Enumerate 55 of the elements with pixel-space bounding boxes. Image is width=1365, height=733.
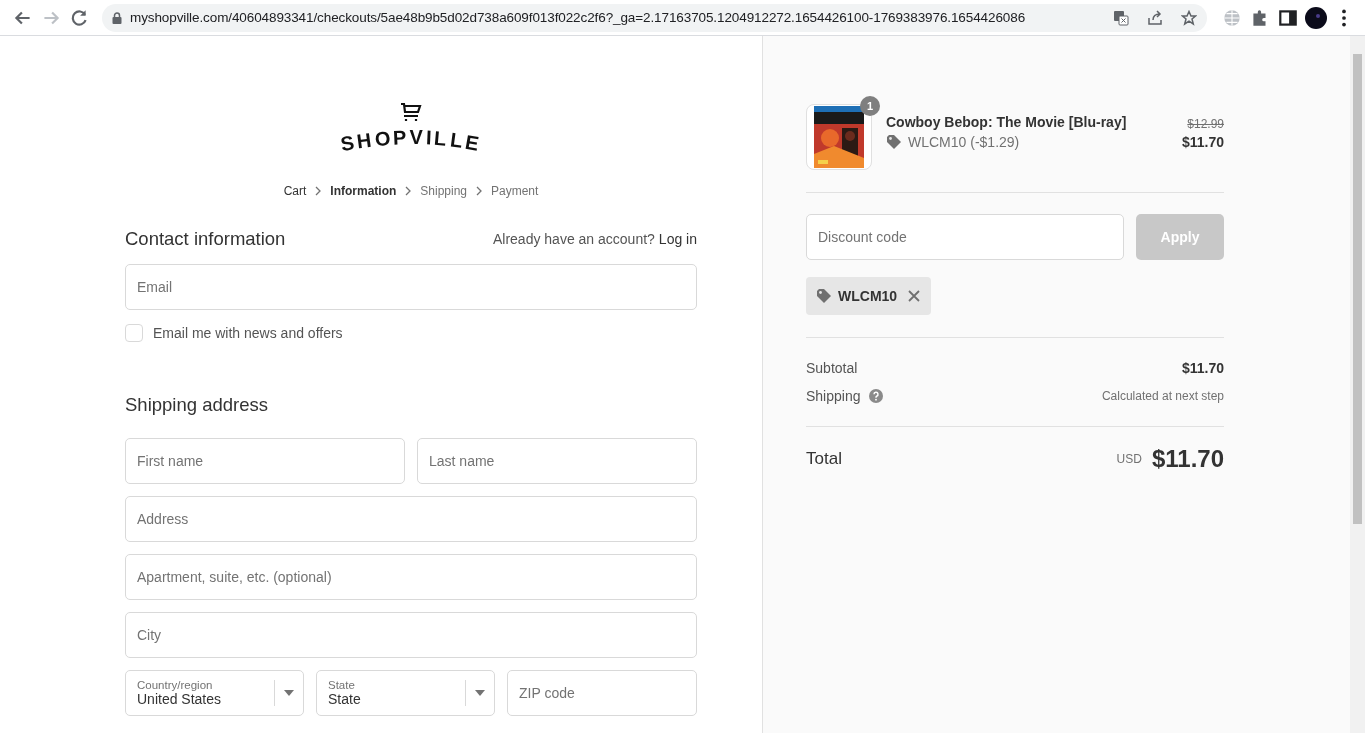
logo-text[interactable]: SHOPVILLE bbox=[340, 130, 482, 156]
translate-icon[interactable] bbox=[1113, 9, 1129, 26]
input-field[interactable]: City bbox=[125, 612, 697, 658]
discount-label: WLCM10 (-$1.29) bbox=[908, 134, 1020, 150]
subtotal-label: Subtotal bbox=[806, 360, 858, 376]
avatar-icon[interactable] bbox=[1305, 6, 1327, 29]
lock-icon bbox=[112, 11, 122, 24]
field-value: State bbox=[328, 691, 362, 707]
select-field[interactable]: Country/region United States bbox=[125, 670, 304, 716]
address-bar[interactable]: myshopville.com/40604893341/checkouts/5ae48b9b5d02d738a609f013f022c2f6?_ga=2.17163705.1204912272.1654426100-1769383976.1654426086 bbox=[102, 3, 1207, 32]
tag-icon bbox=[816, 288, 832, 304]
input-field[interactable]: Address bbox=[125, 496, 697, 542]
section-heading: Contact information bbox=[125, 228, 286, 250]
chevron-icon bbox=[314, 186, 323, 196]
field-value: United States bbox=[137, 691, 223, 707]
section-heading: Shipping address bbox=[125, 394, 269, 416]
breadcrumb-link[interactable]: Information bbox=[330, 184, 397, 198]
product-price: $11.70 bbox=[1181, 133, 1224, 150]
discount-code: WLCM10 bbox=[838, 288, 898, 304]
login-link[interactable]: Log in bbox=[658, 231, 697, 247]
breadcrumb-link[interactable]: Shipping bbox=[420, 184, 467, 198]
select-field[interactable]: State State bbox=[316, 670, 495, 716]
total-label: Total bbox=[806, 449, 842, 469]
scrollbar[interactable] bbox=[1350, 36, 1365, 733]
chevron-icon bbox=[404, 186, 413, 196]
input-field[interactable]: First name bbox=[125, 438, 405, 484]
close-icon[interactable] bbox=[907, 289, 922, 303]
input-field[interactable]: Last name bbox=[417, 438, 697, 484]
input-field[interactable]: Discount code bbox=[806, 214, 1124, 260]
input-field[interactable]: Apartment, suite, etc. (optional) bbox=[125, 554, 697, 600]
chevron-icon bbox=[475, 186, 483, 196]
breadcrumb-link[interactable]: Cart bbox=[283, 184, 307, 198]
checkbox-label: Email me with news and offers bbox=[153, 325, 343, 341]
breadcrumb-link[interactable]: Payment bbox=[491, 184, 539, 198]
help-icon[interactable] bbox=[868, 389, 883, 403]
product-name: Cowboy Bebop: The Movie [Blu-ray] bbox=[886, 114, 1128, 130]
caret-icon bbox=[283, 689, 295, 697]
share-icon[interactable] bbox=[1147, 9, 1163, 26]
tag-icon bbox=[886, 134, 902, 150]
input-field[interactable]: Email bbox=[125, 264, 697, 310]
shipping-value: Calculated at next step bbox=[1101, 389, 1224, 403]
account-prompt: Already have an account? bbox=[492, 231, 655, 247]
checkbox[interactable] bbox=[125, 324, 143, 342]
cart-icon bbox=[399, 102, 423, 124]
field-label: Country/region bbox=[137, 679, 214, 691]
quantity-badge: 1 bbox=[860, 96, 880, 116]
shipping-label: Shipping bbox=[806, 388, 861, 404]
original-price: $12.99 bbox=[1187, 116, 1224, 131]
currency-label: USD bbox=[1116, 452, 1142, 466]
field-label: State bbox=[328, 679, 356, 691]
star-icon[interactable] bbox=[1181, 9, 1197, 26]
total-value: $11.70 bbox=[1151, 445, 1224, 473]
caret-icon bbox=[474, 689, 486, 697]
subtotal-value: $11.70 bbox=[1181, 360, 1224, 376]
input-field[interactable]: ZIP code bbox=[507, 670, 697, 716]
